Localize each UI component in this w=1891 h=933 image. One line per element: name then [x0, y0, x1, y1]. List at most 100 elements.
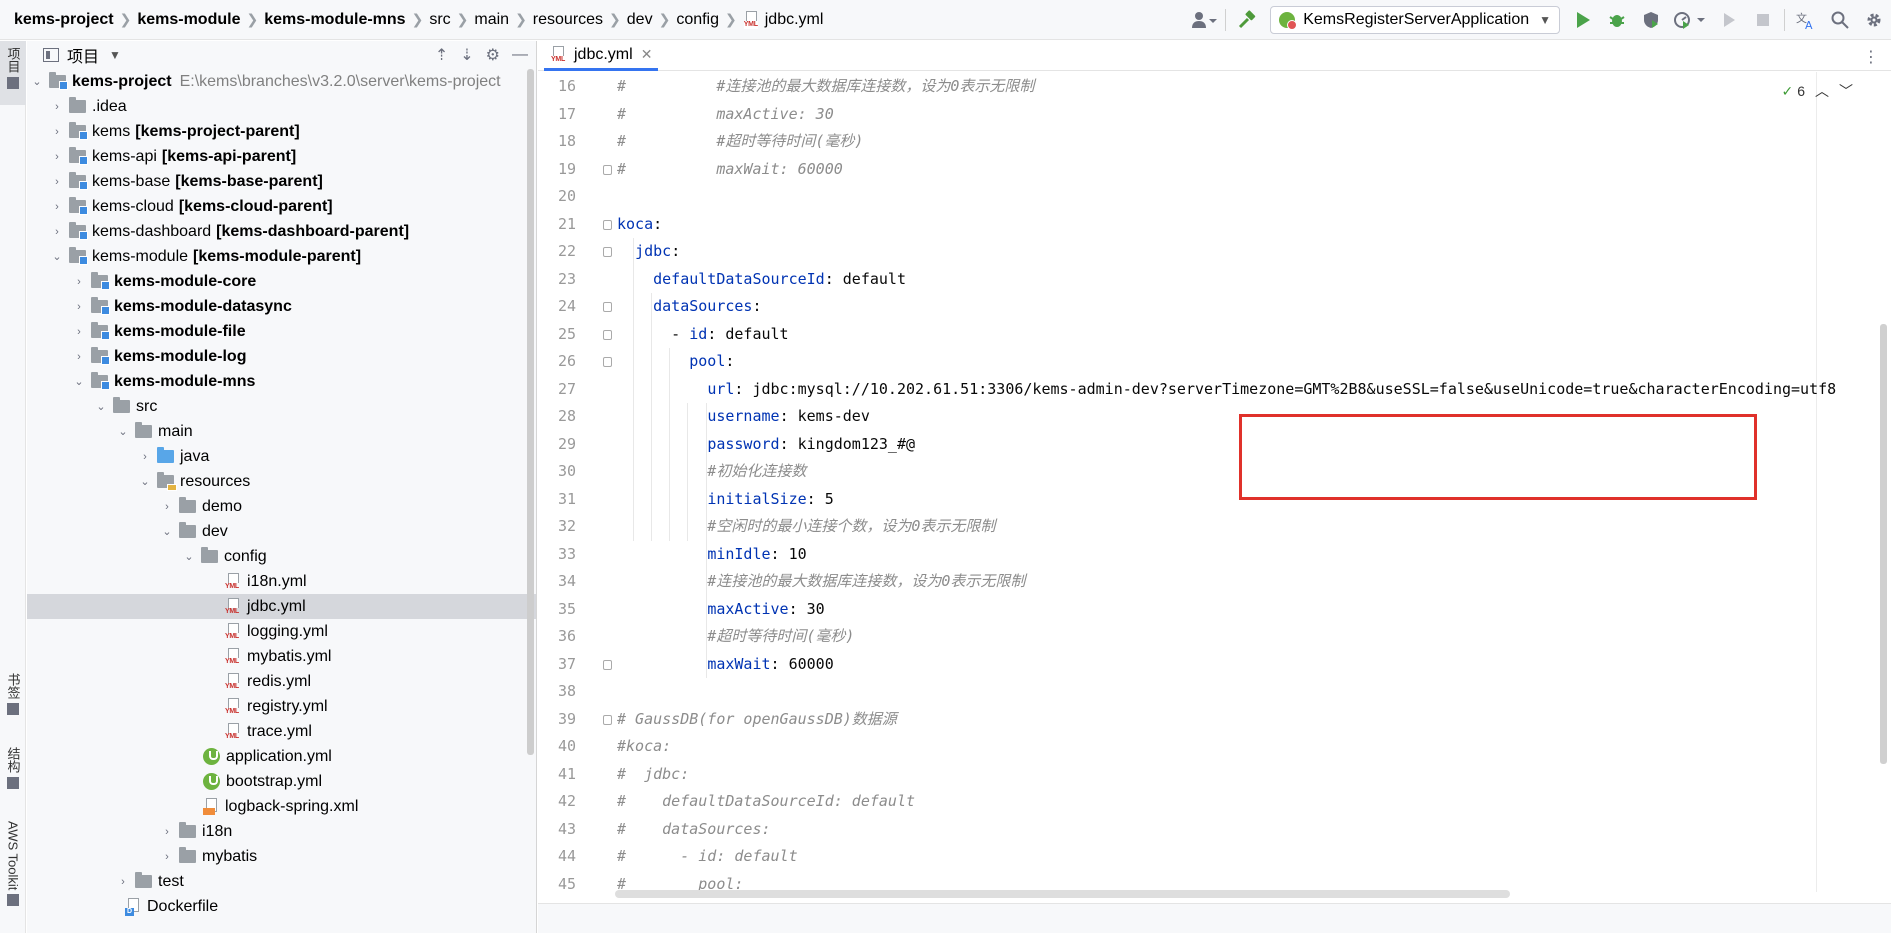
fold-marker-icon[interactable] — [603, 302, 612, 312]
tree-node[interactable]: › kems [kems-project-parent] — [27, 119, 536, 144]
breadcrumb-item[interactable]: main — [474, 11, 509, 29]
translate-icon[interactable]: 文A — [1789, 3, 1823, 37]
code-area[interactable]: # #连接池的最大数据库连接数，设为0表示无限制 # maxActive: 30 #… — [617, 72, 1891, 933]
chevron-right-icon[interactable]: › — [115, 876, 131, 888]
expand-all-icon[interactable]: ⇡ — [435, 45, 448, 65]
tree-node[interactable]: › kems-api [kems-api-parent] — [27, 144, 536, 169]
run-icon[interactable] — [1566, 3, 1600, 37]
coverage-icon[interactable] — [1634, 3, 1668, 37]
breadcrumb-item[interactable]: dev — [627, 11, 653, 29]
editor-horizontal-scrollbar[interactable] — [615, 890, 1510, 898]
chevron-up-icon[interactable]: ︿ — [1815, 81, 1829, 101]
tree-node[interactable]: YML logging.yml — [27, 619, 536, 644]
breadcrumb-item[interactable]: config — [676, 11, 719, 29]
tree-node[interactable]: ⌄ kems-project E:\kems\branches\v3.2.0\s… — [27, 69, 536, 94]
tree-node[interactable]: › kems-module-file — [27, 319, 536, 344]
breadcrumb-item[interactable]: src — [429, 11, 450, 29]
resume-icon[interactable] — [1712, 3, 1746, 37]
chevron-right-icon[interactable]: › — [49, 151, 65, 163]
search-icon[interactable] — [1823, 3, 1857, 37]
fold-marker-icon[interactable] — [603, 219, 612, 230]
tree-node[interactable]: D Dockerfile — [27, 894, 536, 919]
tree-node-selected[interactable]: YML jdbc.yml — [27, 594, 536, 619]
chevron-right-icon[interactable]: › — [49, 201, 65, 213]
chevron-right-icon[interactable]: › — [137, 451, 153, 463]
inspection-widget[interactable]: ✓ 6 ︿ ﹀ — [1781, 81, 1853, 101]
chevron-down-icon[interactable]: ⌄ — [29, 75, 45, 88]
editor-vertical-scrollbar[interactable] — [1880, 324, 1887, 764]
chevron-down-icon[interactable]: ⌄ — [137, 475, 153, 488]
stop-icon[interactable] — [1746, 3, 1780, 37]
breadcrumb-item[interactable]: kems-project — [14, 11, 114, 29]
tree-node[interactable]: YML i18n.yml — [27, 569, 536, 594]
profiler-icon[interactable] — [1668, 3, 1712, 37]
tree-node[interactable]: › kems-base [kems-base-parent] — [27, 169, 536, 194]
tree-node[interactable]: ⌄ kems-module [kems-module-parent] — [27, 244, 536, 269]
tree-node[interactable]: › kems-module-datasync — [27, 294, 536, 319]
chevron-down-icon[interactable]: ⌄ — [71, 375, 87, 388]
tree-node[interactable]: ⌄ dev — [27, 519, 536, 544]
debug-icon[interactable] — [1600, 3, 1634, 37]
tree-node[interactable]: ⌄ src — [27, 394, 536, 419]
gear-icon[interactable] — [1857, 3, 1891, 37]
chevron-down-icon[interactable]: ▼ — [109, 48, 121, 62]
tree-node[interactable]: › kems-cloud [kems-cloud-parent] — [27, 194, 536, 219]
close-icon[interactable]: ✕ — [641, 46, 653, 63]
fold-marker-icon[interactable] — [603, 357, 612, 367]
fold-marker-icon[interactable] — [603, 329, 612, 340]
tree-node[interactable]: ⌄ main — [27, 419, 536, 444]
tree-node[interactable]: logback-spring.xml — [27, 794, 536, 819]
tree-node[interactable]: bootstrap.yml — [27, 769, 536, 794]
aws-toolkit-tool-window-button[interactable]: AWS Toolkit — [0, 821, 26, 907]
tree-node[interactable]: ⌄ resources — [27, 469, 536, 494]
chevron-right-icon[interactable]: › — [49, 176, 65, 188]
chevron-right-icon[interactable]: › — [49, 226, 65, 238]
fold-marker-icon[interactable] — [603, 714, 612, 725]
tree-node[interactable]: YML mybatis.yml — [27, 644, 536, 669]
tree-node[interactable]: YML redis.yml — [27, 669, 536, 694]
tree-node[interactable]: › kems-module-core — [27, 269, 536, 294]
breadcrumb-item[interactable]: resources — [533, 11, 603, 29]
breadcrumb-item[interactable]: kems-module-mns — [264, 11, 405, 29]
tree-node[interactable]: ⌄ kems-module-mns — [27, 369, 536, 394]
chevron-right-icon[interactable]: › — [71, 301, 87, 313]
tree-node[interactable]: › test — [27, 869, 536, 894]
tree-node[interactable]: YML registry.yml — [27, 694, 536, 719]
chevron-right-icon[interactable]: › — [49, 126, 65, 138]
structure-tool-window-button[interactable]: 结构 — [0, 747, 26, 789]
chevron-right-icon[interactable]: › — [159, 501, 175, 513]
tab-jdbc-yml[interactable]: YML jdbc.yml ✕ — [544, 41, 659, 71]
fold-marker-icon[interactable] — [603, 659, 612, 670]
chevron-down-icon[interactable]: ⌄ — [49, 250, 65, 263]
chevron-right-icon[interactable]: › — [71, 276, 87, 288]
tree-node[interactable]: YML trace.yml — [27, 719, 536, 744]
chevron-down-icon[interactable]: ⌄ — [159, 525, 175, 538]
project-tree-scrollbar[interactable] — [527, 69, 534, 755]
breadcrumb-item[interactable]: jdbc.yml — [765, 11, 824, 29]
tree-node[interactable]: ⌄ config — [27, 544, 536, 569]
chevron-right-icon[interactable]: › — [49, 101, 65, 113]
chevron-right-icon[interactable]: › — [71, 326, 87, 338]
project-panel-title[interactable]: 项目 — [67, 43, 99, 67]
fold-marker-icon[interactable] — [603, 247, 612, 257]
tree-node[interactable]: › java — [27, 444, 536, 469]
tree-node[interactable]: application.yml — [27, 744, 536, 769]
gear-icon[interactable]: ⚙ — [486, 45, 500, 65]
project-tool-window-button[interactable]: 项目 — [0, 41, 26, 105]
fold-marker-icon[interactable] — [603, 164, 612, 175]
tree-node[interactable]: › mybatis — [27, 844, 536, 869]
chevron-down-icon[interactable]: ⌄ — [93, 400, 109, 413]
hide-panel-icon[interactable]: — — [512, 46, 528, 64]
chevron-right-icon[interactable]: › — [159, 826, 175, 838]
tree-node[interactable]: › demo — [27, 494, 536, 519]
user-icon[interactable] — [1187, 3, 1221, 37]
chevron-down-icon[interactable]: ﹀ — [1839, 81, 1853, 101]
more-vertical-icon[interactable]: ⋮ — [1863, 47, 1879, 67]
chevron-right-icon[interactable]: › — [71, 351, 87, 363]
build-hammer-icon[interactable] — [1230, 3, 1264, 37]
tree-node[interactable]: › i18n — [27, 819, 536, 844]
bookmarks-tool-window-button[interactable]: 书签 — [0, 673, 26, 715]
breadcrumb-item[interactable]: kems-module — [137, 11, 240, 29]
tree-node[interactable]: › kems-module-log — [27, 344, 536, 369]
tree-node[interactable]: › kems-dashboard [kems-dashboard-parent] — [27, 219, 536, 244]
